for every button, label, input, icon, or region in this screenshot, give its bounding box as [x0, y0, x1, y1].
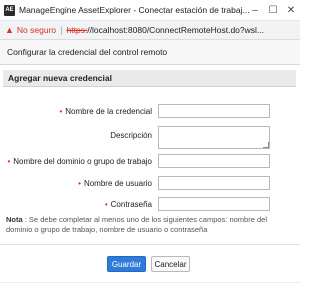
- required-marker: •: [78, 179, 81, 188]
- section-title: Agregar nueva credencial: [8, 73, 112, 83]
- required-marker: •: [7, 157, 11, 166]
- domain-input[interactable]: [158, 154, 270, 168]
- address-bar[interactable]: ▲ No seguro | https://localhost:8080/Con…: [0, 21, 300, 40]
- username-input[interactable]: [158, 176, 270, 190]
- required-marker: •: [59, 107, 63, 116]
- window-controls: – ☐ ✕: [246, 0, 300, 20]
- cancel-button[interactable]: Cancelar: [151, 256, 190, 272]
- minimize-icon[interactable]: –: [246, 0, 264, 20]
- window-titlebar: AE ManageEngine AssetExplorer - Conectar…: [0, 0, 300, 21]
- description-textarea[interactable]: [158, 126, 270, 149]
- maximize-icon[interactable]: ☐: [264, 0, 282, 20]
- description-field-wrap: [158, 126, 270, 149]
- window-title: ManageEngine AssetExplorer - Conectar es…: [19, 5, 250, 15]
- note-text: : Se debe completar al menos uno de los …: [6, 215, 267, 234]
- app-icon: AE: [4, 4, 15, 16]
- close-icon[interactable]: ✕: [282, 0, 300, 20]
- url-path: //localhost:8080/ConnectRemoteHost.do?ws…: [87, 25, 264, 35]
- url-text[interactable]: https://localhost:8080/ConnectRemoteHost…: [66, 25, 270, 35]
- footer-divider: [0, 244, 300, 245]
- warning-icon[interactable]: ▲: [5, 25, 14, 35]
- required-marker: •: [104, 200, 108, 209]
- username-label: • Nombre de usuario: [78, 179, 152, 188]
- password-label: • Contraseña: [104, 200, 152, 209]
- credential-name-input[interactable]: [158, 104, 270, 118]
- save-button[interactable]: Guardar: [107, 256, 146, 272]
- form-note: Nota : Se debe completar al menos uno de…: [6, 215, 294, 235]
- dialog-header: Configurar la credencial del control rem…: [0, 40, 300, 65]
- password-input[interactable]: [158, 197, 270, 211]
- dialog-title: Configurar la credencial del control rem…: [7, 47, 168, 57]
- resize-handle-icon[interactable]: [263, 142, 269, 148]
- domain-label: • Nombre del dominio o grupo de trabajo: [7, 157, 152, 166]
- description-label: Descripción: [110, 131, 152, 140]
- security-status[interactable]: No seguro: [17, 25, 56, 35]
- section-header: Agregar nueva credencial: [3, 70, 296, 87]
- url-scheme: https:: [66, 25, 88, 35]
- address-separator: |: [60, 25, 63, 35]
- note-label: Nota: [6, 215, 23, 224]
- credential-name-label: • Nombre de la credencial: [59, 107, 152, 116]
- bottom-divider: [0, 282, 300, 283]
